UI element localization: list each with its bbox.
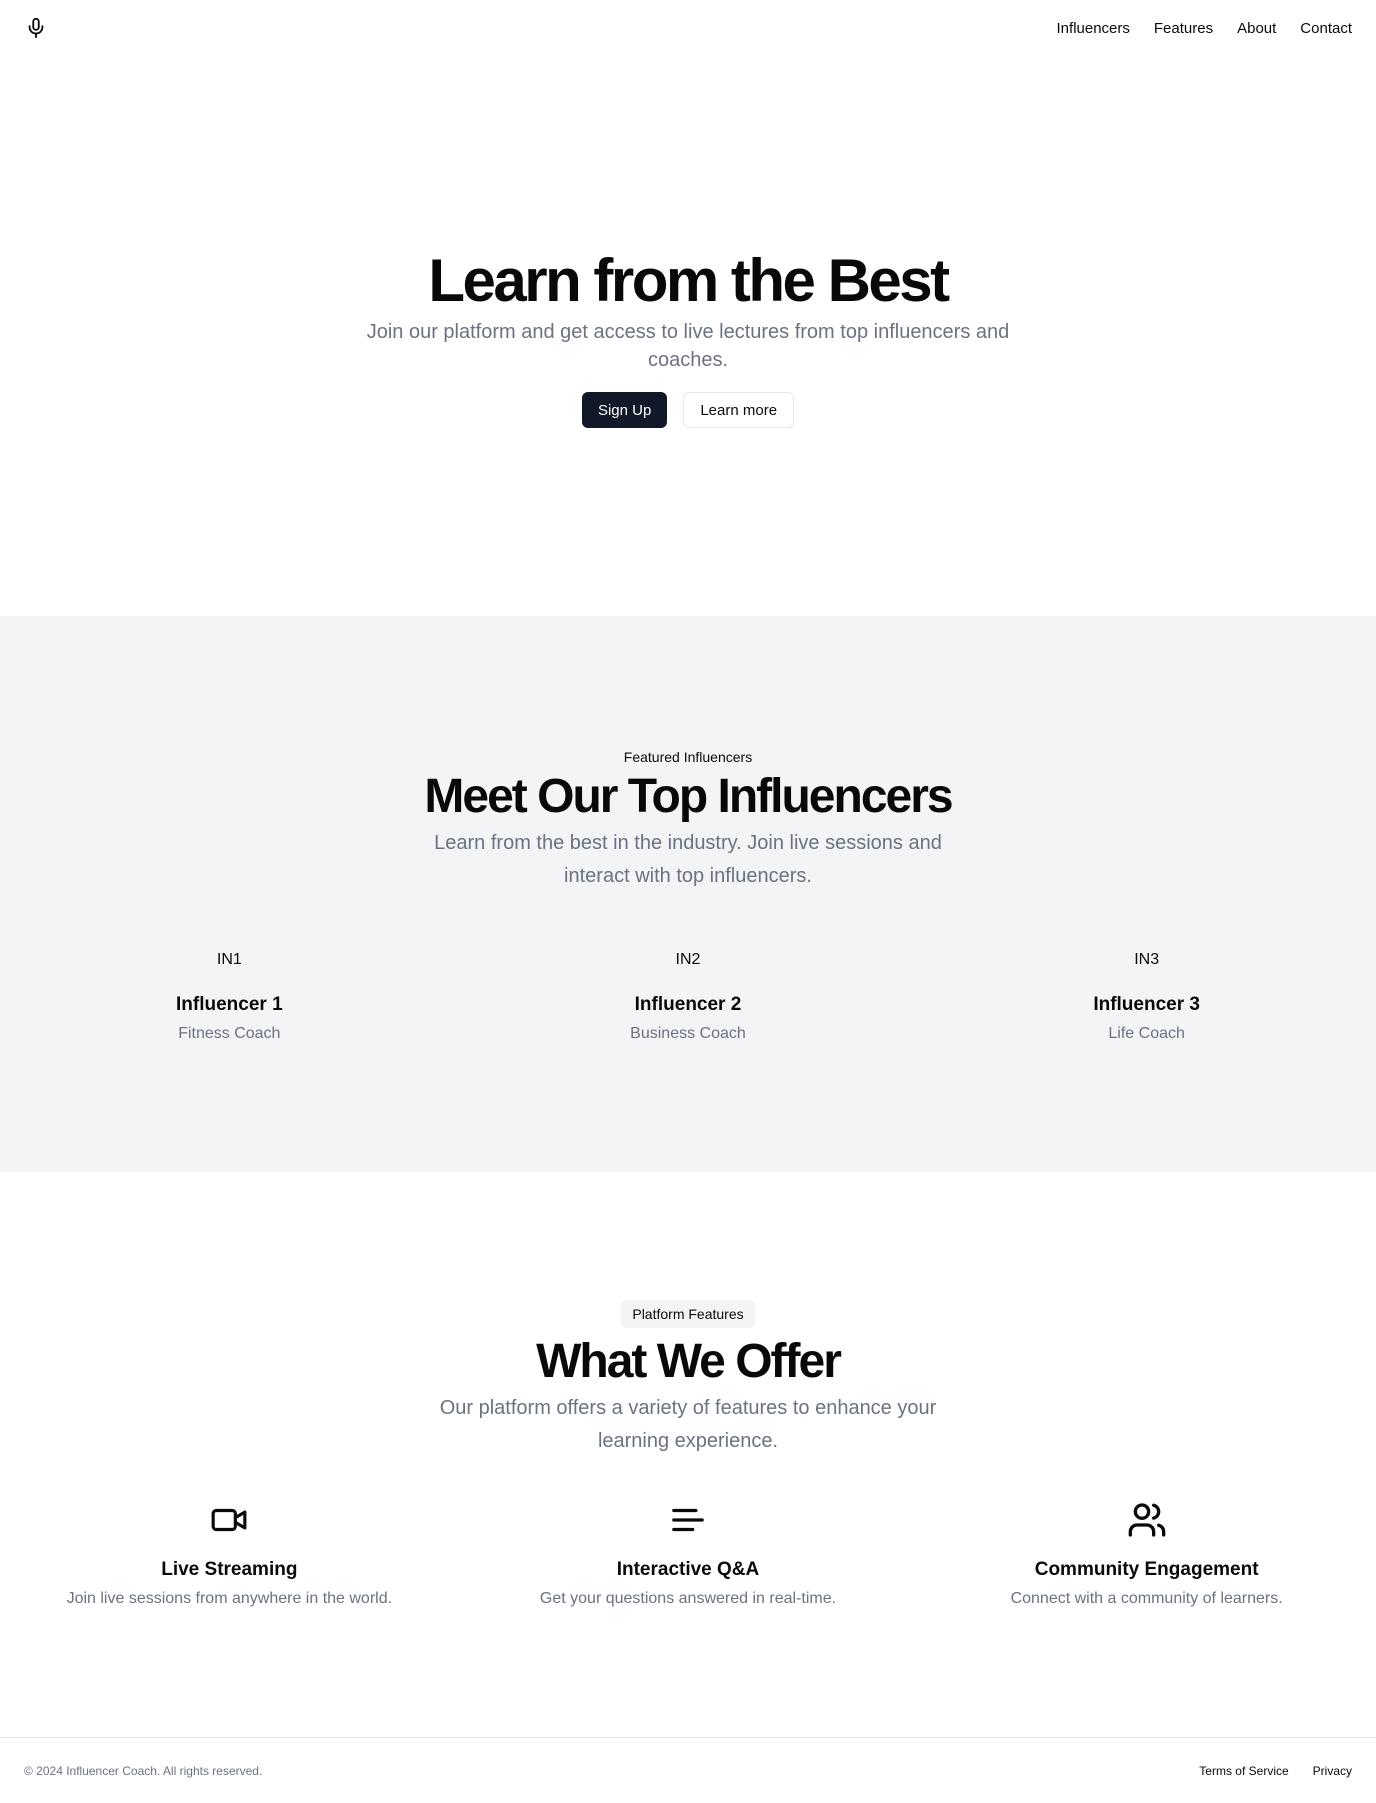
influencers-description: Learn from the best in the industry. Joi… <box>434 832 942 887</box>
nav-link-features[interactable]: Features <box>1154 20 1213 37</box>
nav-link-influencers[interactable]: Influencers <box>1057 20 1130 37</box>
terms-link[interactable]: Terms of Service <box>1199 1764 1288 1778</box>
video-camera-icon <box>209 1500 249 1540</box>
influencer-role: Business Coach <box>630 1025 746 1042</box>
feature-card: Interactive Q&A Get your questions answe… <box>459 1500 918 1611</box>
feature-description: Connect with a community of learners. <box>1010 1590 1283 1607</box>
footer-links: Terms of Service Privacy <box>1199 1764 1352 1778</box>
influencers-section: Featured Influencers Meet Our Top Influe… <box>0 616 1376 1172</box>
hero-buttons: Sign Up Learn more <box>581 392 795 428</box>
site-footer: © 2024 Influencer Coach. All rights rese… <box>0 1737 1376 1803</box>
hero-subtitle: Join our platform and get access to live… <box>366 321 1010 371</box>
influencer-card[interactable]: IN2 Influencer 2 Business Coach <box>459 949 918 1046</box>
avatar: IN1 <box>216 951 242 968</box>
influencer-role: Life Coach <box>1108 1025 1185 1042</box>
feature-card: Live Streaming Join live sessions from a… <box>0 1500 459 1611</box>
influencer-name: Influencer 1 <box>176 994 283 1015</box>
main-nav: Influencers Features About Contact <box>1057 20 1352 37</box>
influencer-card[interactable]: IN1 Influencer 1 Fitness Coach <box>0 949 459 1046</box>
nav-link-about[interactable]: About <box>1237 20 1276 37</box>
features-section: Platform Features What We Offer Our plat… <box>0 1172 1376 1737</box>
feature-title: Community Engagement <box>1034 1559 1259 1580</box>
influencer-name: Influencer 3 <box>1093 994 1200 1015</box>
feature-card: Community Engagement Connect with a comm… <box>917 1500 1376 1611</box>
hero-section: Learn from the Best Join our platform an… <box>0 56 1376 616</box>
privacy-link[interactable]: Privacy <box>1313 1764 1352 1778</box>
features-badge: Platform Features <box>621 1300 755 1328</box>
sign-up-button[interactable]: Sign Up <box>581 392 668 428</box>
influencer-grid: IN1 Influencer 1 Fitness Coach IN2 Influ… <box>0 949 1376 1046</box>
feature-grid: Live Streaming Join live sessions from a… <box>0 1500 1376 1611</box>
feature-description: Get your questions answered in real-time… <box>539 1590 837 1607</box>
influencers-title: Meet Our Top Influencers <box>424 770 953 823</box>
feature-title: Live Streaming <box>161 1559 298 1580</box>
influencer-role: Fitness Coach <box>178 1025 281 1042</box>
influencer-card[interactable]: IN3 Influencer 3 Life Coach <box>917 949 1376 1046</box>
learn-more-button[interactable]: Learn more <box>683 392 795 428</box>
users-icon <box>1127 1500 1167 1540</box>
microphone-icon[interactable] <box>24 16 48 40</box>
features-title: What We Offer <box>536 1335 842 1388</box>
hero-title: Learn from the Best <box>428 247 950 314</box>
nav-link-contact[interactable]: Contact <box>1300 20 1352 37</box>
feature-description: Join live sessions from anywhere in the … <box>66 1590 393 1607</box>
influencer-name: Influencer 2 <box>634 994 742 1015</box>
text-lines-icon <box>668 1500 708 1540</box>
copyright-text: © 2024 Influencer Coach. All rights rese… <box>24 1763 263 1778</box>
site-header: Influencers Features About Contact <box>0 0 1376 56</box>
influencers-eyebrow: Featured Influencers <box>623 749 753 765</box>
features-description: Our platform offers a variety of feature… <box>439 1397 937 1452</box>
avatar: IN2 <box>675 951 701 968</box>
avatar: IN3 <box>1134 951 1160 968</box>
feature-title: Interactive Q&A <box>616 1559 760 1580</box>
